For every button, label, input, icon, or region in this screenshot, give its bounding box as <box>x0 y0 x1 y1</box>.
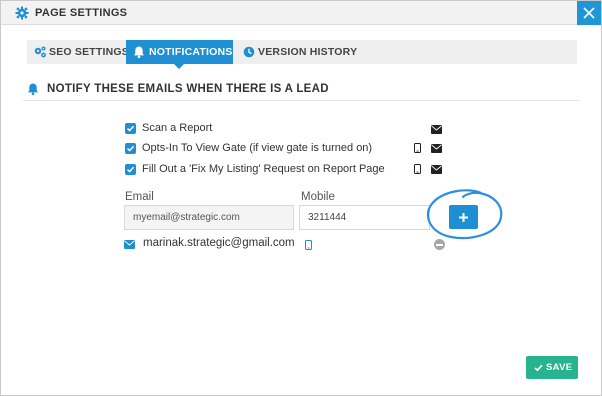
mobile-label: Mobile <box>301 191 335 203</box>
envelope-icon[interactable] <box>431 125 442 134</box>
option-label: Fill Out a 'Fix My Listing' Request on R… <box>142 163 385 175</box>
option-label: Opts-In To View Gate (if view gate is tu… <box>142 142 373 154</box>
title-bar: PAGE SETTINGS <box>1 1 601 25</box>
recipient-email: marinak.strategic@gmail.com <box>143 237 295 249</box>
gears-icon <box>33 45 47 59</box>
tab-notifications-label: NOTIFICATIONS <box>149 46 233 58</box>
tab-seo-settings[interactable]: SEO SETTINGS <box>27 40 129 64</box>
mobile-input[interactable] <box>299 205 430 230</box>
dialog-title: PAGE SETTINGS <box>35 7 128 19</box>
envelope-icon[interactable] <box>431 165 442 174</box>
clock-icon <box>242 45 256 59</box>
save-button[interactable]: SAVE <box>526 356 578 379</box>
section-title: NOTIFY THESE EMAILS WHEN THERE IS A LEAD <box>47 83 329 95</box>
phone-icon[interactable] <box>414 143 421 153</box>
close-icon <box>583 7 595 19</box>
bell-icon <box>132 45 146 59</box>
option-label: Scan a Report <box>142 122 213 134</box>
envelope-icon[interactable] <box>431 144 442 153</box>
page-settings-dialog: PAGE SETTINGS SEO SETTINGS NOTIFICATIONS… <box>0 0 602 396</box>
envelope-icon <box>124 240 135 249</box>
checkbox-checked[interactable] <box>125 143 136 154</box>
gear-icon <box>15 6 29 20</box>
phone-icon <box>305 240 312 250</box>
section-header: NOTIFY THESE EMAILS WHEN THERE IS A LEAD <box>23 81 579 101</box>
remove-recipient-button[interactable] <box>434 239 445 250</box>
email-label: Email <box>125 191 154 203</box>
save-label: SAVE <box>546 362 573 373</box>
email-input[interactable] <box>124 205 294 230</box>
checkbox-checked[interactable] <box>125 164 136 175</box>
bell-icon <box>26 82 40 96</box>
check-icon <box>534 364 543 372</box>
highlight-circle <box>426 189 503 240</box>
tab-version-label: VERSION HISTORY <box>258 46 358 58</box>
close-button[interactable] <box>577 1 601 25</box>
tab-notifications[interactable]: NOTIFICATIONS <box>126 40 233 69</box>
tab-seo-label: SEO SETTINGS <box>49 46 129 58</box>
phone-icon[interactable] <box>414 164 421 174</box>
tab-version-history[interactable]: VERSION HISTORY <box>237 40 363 64</box>
tab-bar: SEO SETTINGS NOTIFICATIONS VERSION HISTO… <box>27 40 577 69</box>
checkbox-checked[interactable] <box>125 123 136 134</box>
